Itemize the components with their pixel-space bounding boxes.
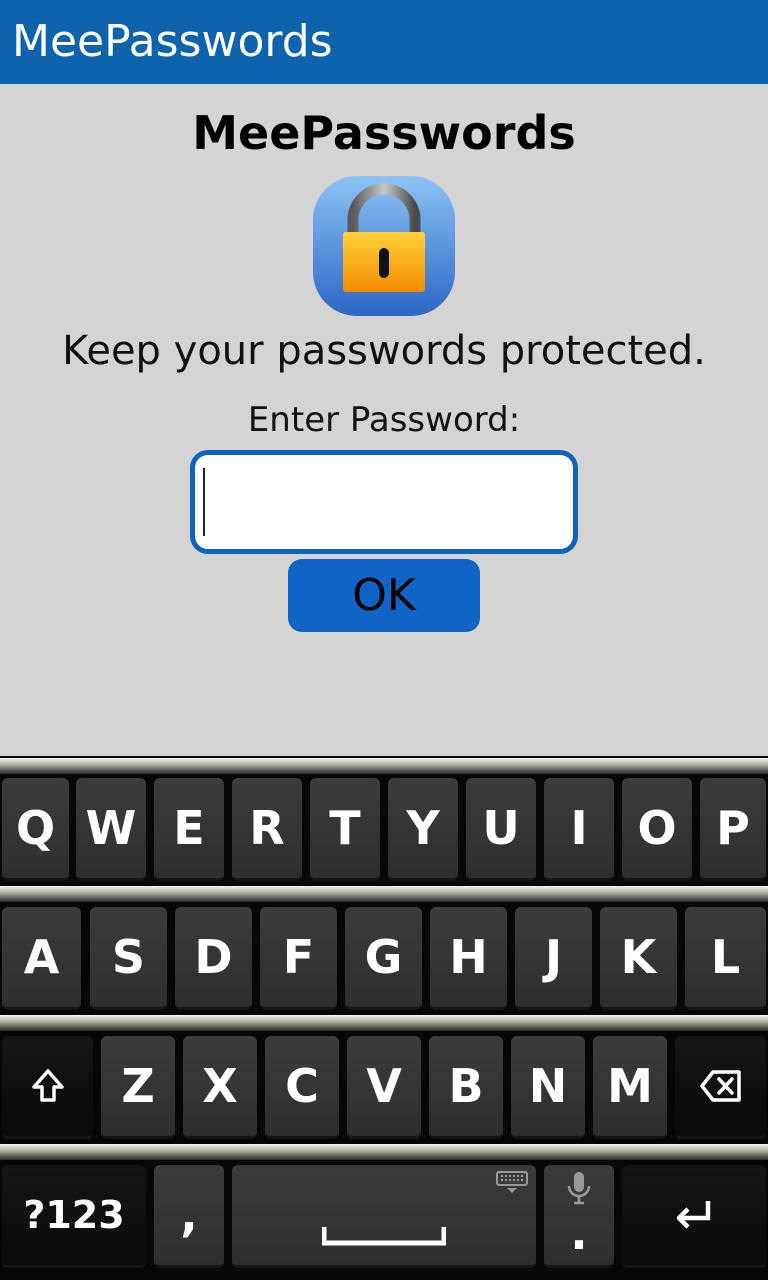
ok-button[interactable]: OK — [288, 559, 480, 632]
key-g[interactable]: G — [345, 907, 422, 1010]
key-v[interactable]: V — [347, 1036, 421, 1139]
shift-key[interactable] — [2, 1036, 93, 1139]
key-d[interactable]: D — [175, 907, 252, 1010]
keyboard-row-divider — [0, 1144, 768, 1160]
key-n[interactable]: N — [511, 1036, 585, 1139]
app-title: MeePasswords — [12, 16, 333, 67]
space-key[interactable] — [232, 1165, 536, 1268]
app-titlebar: MeePasswords — [0, 0, 768, 84]
key-t[interactable]: T — [310, 778, 380, 881]
key-s[interactable]: S — [90, 907, 167, 1010]
backspace-key[interactable] — [675, 1036, 766, 1139]
key-m[interactable]: M — [593, 1036, 667, 1139]
lock-icon — [313, 176, 455, 316]
password-label: Enter Password: — [247, 400, 521, 440]
key-comma[interactable]: , — [154, 1165, 224, 1268]
key-y[interactable]: Y — [388, 778, 458, 881]
key-w[interactable]: W — [76, 778, 146, 881]
key-r[interactable]: R — [232, 778, 302, 881]
key-c[interactable]: C — [265, 1036, 339, 1139]
keyboard-row-divider — [0, 758, 768, 774]
keyboard-icon — [496, 1171, 528, 1193]
key-q[interactable]: Q — [2, 778, 69, 881]
key-f[interactable]: F — [260, 907, 337, 1010]
tagline: Keep your passwords protected. — [62, 328, 706, 374]
key-z[interactable]: Z — [101, 1036, 175, 1139]
enter-icon — [676, 1201, 711, 1229]
key-period[interactable]: . — [544, 1165, 614, 1268]
key-o[interactable]: O — [622, 778, 692, 881]
key-l[interactable]: L — [685, 907, 766, 1010]
microphone-icon — [567, 1172, 591, 1205]
keyboard-row-divider — [0, 1015, 768, 1031]
app-heading: MeePasswords — [192, 106, 576, 160]
text-caret — [203, 468, 205, 536]
key-x[interactable]: X — [183, 1036, 257, 1139]
key-e[interactable]: E — [154, 778, 224, 881]
virtual-keyboard: Q W E R T Y U I O P A S D F G H J K L Z … — [0, 756, 768, 1280]
key-b[interactable]: B — [429, 1036, 503, 1139]
key-u[interactable]: U — [466, 778, 536, 881]
key-a[interactable]: A — [2, 907, 81, 1010]
password-field[interactable] — [190, 450, 578, 554]
key-i[interactable]: I — [544, 778, 614, 881]
enter-key[interactable] — [622, 1165, 766, 1268]
backspace-icon — [699, 1070, 741, 1102]
key-p[interactable]: P — [700, 778, 766, 881]
keyboard-row-divider — [0, 886, 768, 902]
login-panel: MeePasswords Keep your passwords protect… — [0, 84, 768, 756]
key-h[interactable]: H — [430, 907, 507, 1010]
space-icon — [322, 1227, 446, 1246]
symbols-key[interactable]: ?123 — [2, 1165, 146, 1268]
period-label: . — [570, 1206, 588, 1260]
key-k[interactable]: K — [600, 907, 677, 1010]
key-j[interactable]: J — [515, 907, 592, 1010]
shift-icon — [31, 1069, 64, 1102]
